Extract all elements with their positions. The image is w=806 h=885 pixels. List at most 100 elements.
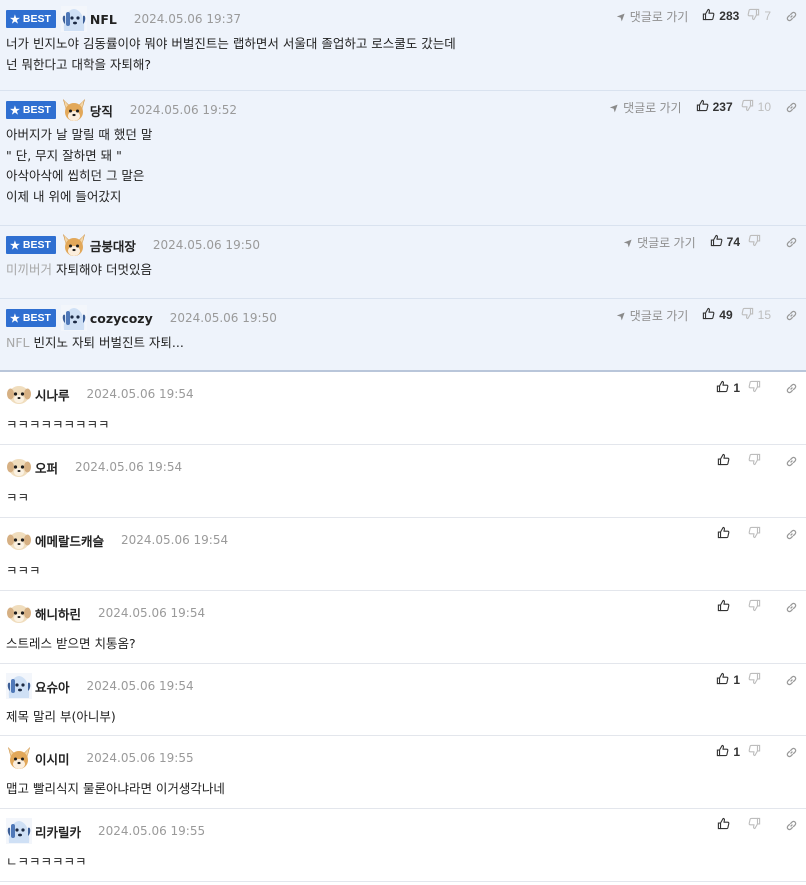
link-icon[interactable] [785, 746, 798, 759]
like-button[interactable]: 283 [702, 8, 739, 24]
go-to-reply-link[interactable]: ➤ 댓글로 가기 [614, 8, 689, 25]
link-icon[interactable] [785, 382, 798, 395]
avatar[interactable] [60, 6, 87, 32]
dislike-button[interactable] [748, 526, 771, 542]
comment-text: 빈지노 자퇴 버벌진트 자퇴... [33, 335, 184, 350]
comment-text: ㄴㅋㅋㅋㅋㅋㅋ [6, 854, 87, 869]
link-icon[interactable] [785, 455, 798, 468]
avatar[interactable] [61, 97, 87, 123]
reply-target[interactable]: NFL [6, 335, 30, 350]
comment-line: 스트레스 받으면 치통옴? [6, 634, 136, 655]
avatar[interactable] [61, 232, 87, 258]
nickname[interactable]: 금붕대장 [90, 236, 136, 255]
comment-text: 넌 뭐한다고 대학을 자퇴해? [6, 56, 152, 72]
comment: 이시미 2024.05.06 19:55 맵고 빨리식지 물론아냐라면 이거생각나네… [0, 736, 806, 809]
nickname[interactable]: cozycozy [90, 311, 153, 326]
comment-line: ㅋㅋㅋㅋㅋㅋㅋㅋㅋ [6, 415, 110, 436]
comment-header: 시나루 2024.05.06 19:54 [6, 381, 194, 407]
dislike-button[interactable]: 15 [741, 307, 771, 323]
dislike-button[interactable] [748, 234, 771, 250]
like-button[interactable]: 1 [716, 744, 740, 760]
comment: 리카릴카 2024.05.06 19:55 ㄴㅋㅋㅋㅋㅋㅋ [0, 809, 806, 882]
avatar[interactable] [6, 673, 32, 699]
nickname[interactable]: 당직 [90, 101, 113, 120]
comment-line: ㅋㅋ [6, 488, 29, 509]
avatar[interactable] [60, 305, 87, 331]
dislike-count: 15 [757, 308, 771, 322]
dislike-button[interactable] [748, 672, 771, 688]
nickname[interactable]: 요슈아 [35, 677, 70, 696]
nickname[interactable]: 이시미 [35, 749, 70, 768]
dislike-button[interactable] [748, 599, 771, 615]
like-button[interactable] [717, 526, 740, 542]
best-badge: ★ BEST [6, 236, 56, 254]
reply-target[interactable]: 미끼버거 [6, 262, 52, 277]
like-count: 49 [719, 308, 733, 322]
comment-body: ㅋㅋㅋㅋㅋㅋㅋㅋㅋ [6, 415, 110, 436]
best-comment: ★ BEST 금붕대장 2024.05.06 19:50 미끼버거 자퇴해야 더멋있음 ➤… [0, 226, 806, 299]
best-label: BEST [22, 104, 51, 116]
link-icon[interactable] [785, 819, 798, 832]
avatar[interactable] [6, 454, 32, 480]
like-button[interactable]: 74 [710, 234, 740, 250]
comment-body: 너가 빈지노야 김동률이야 뭐야 버벌진트는 랩하면서 서울대 졸업하고 로스쿨… [6, 34, 456, 75]
dislike-button[interactable]: 10 [741, 99, 771, 115]
best-badge: ★ BEST [6, 101, 56, 119]
comment: 에메랄드캐슬 2024.05.06 19:54 ㅋㅋㅋ [0, 518, 806, 591]
comment-line: 제목 말리 부(아니부) [6, 707, 116, 728]
nickname[interactable]: 오퍼 [35, 458, 58, 477]
timestamp: 2024.05.06 19:54 [86, 679, 194, 693]
comment-actions: 1 [716, 743, 798, 761]
nickname[interactable]: 해니하린 [35, 604, 81, 623]
dislike-button[interactable] [748, 380, 771, 396]
link-icon[interactable] [785, 528, 798, 541]
comment: 해니하린 2024.05.06 19:54 스트레스 받으면 치통옴? [0, 591, 806, 664]
thumbs-down-icon [741, 99, 754, 115]
avatar[interactable] [6, 745, 32, 771]
like-button[interactable] [717, 453, 740, 469]
comment-actions: ➤ 댓글로 가기 237 10 [607, 98, 798, 116]
comment-body: ㄴㅋㅋㅋㅋㅋㅋ [6, 852, 87, 873]
go-to-reply-link[interactable]: ➤ 댓글로 가기 [614, 307, 688, 324]
comment-text: ㅋㅋ [6, 490, 30, 505]
comment-header: 리카릴카 2024.05.06 19:55 [6, 818, 205, 844]
link-icon[interactable] [785, 674, 798, 687]
like-button[interactable]: 1 [716, 380, 740, 396]
avatar[interactable] [6, 527, 32, 553]
comment-actions [717, 452, 798, 470]
link-icon[interactable] [785, 236, 798, 249]
best-comment: ★ BEST NFL 2024.05.06 19:37 너가 빈지노야 김동률이야 뭐야… [0, 0, 806, 91]
avatar[interactable] [6, 381, 32, 407]
link-icon[interactable] [785, 601, 798, 614]
like-button[interactable]: 49 [702, 307, 733, 323]
link-icon[interactable] [785, 10, 798, 23]
timestamp: 2024.05.06 19:37 [133, 12, 241, 26]
like-button[interactable]: 237 [696, 99, 733, 115]
nickname[interactable]: 리카릴카 [35, 822, 81, 841]
nickname[interactable]: 에메랄드캐슬 [35, 531, 104, 550]
reply-link-label: 댓글로 가기 [629, 9, 689, 24]
comment: 오퍼 2024.05.06 19:54 ㅋㅋ [0, 445, 806, 518]
link-icon[interactable] [785, 101, 798, 114]
like-button[interactable] [717, 599, 740, 615]
like-count: 283 [719, 9, 740, 23]
dislike-button[interactable]: 7 [747, 8, 771, 24]
comment-body: NFL 빈지노 자퇴 버벌진트 자퇴... [6, 333, 184, 354]
link-icon[interactable] [785, 309, 798, 322]
like-button[interactable]: 1 [716, 672, 740, 688]
like-count: 74 [726, 235, 740, 249]
avatar[interactable] [6, 818, 32, 844]
avatar[interactable] [6, 600, 32, 626]
timestamp: 2024.05.06 19:50 [169, 311, 277, 325]
dislike-button[interactable] [748, 453, 771, 469]
comment-line: 너가 빈지노야 김동률이야 뭐야 버벌진트는 랩하면서 서울대 졸업하고 로스쿨… [6, 34, 456, 55]
nickname[interactable]: NFL [90, 12, 117, 27]
go-to-reply-link[interactable]: ➤ 댓글로 가기 [621, 234, 695, 251]
like-count: 237 [712, 100, 733, 114]
like-button[interactable] [717, 817, 740, 833]
go-to-reply-link[interactable]: ➤ 댓글로 가기 [607, 99, 682, 116]
dislike-button[interactable] [748, 744, 771, 760]
dislike-button[interactable] [748, 817, 771, 833]
nickname[interactable]: 시나루 [35, 385, 70, 404]
reply-link-label: 댓글로 가기 [623, 100, 682, 115]
